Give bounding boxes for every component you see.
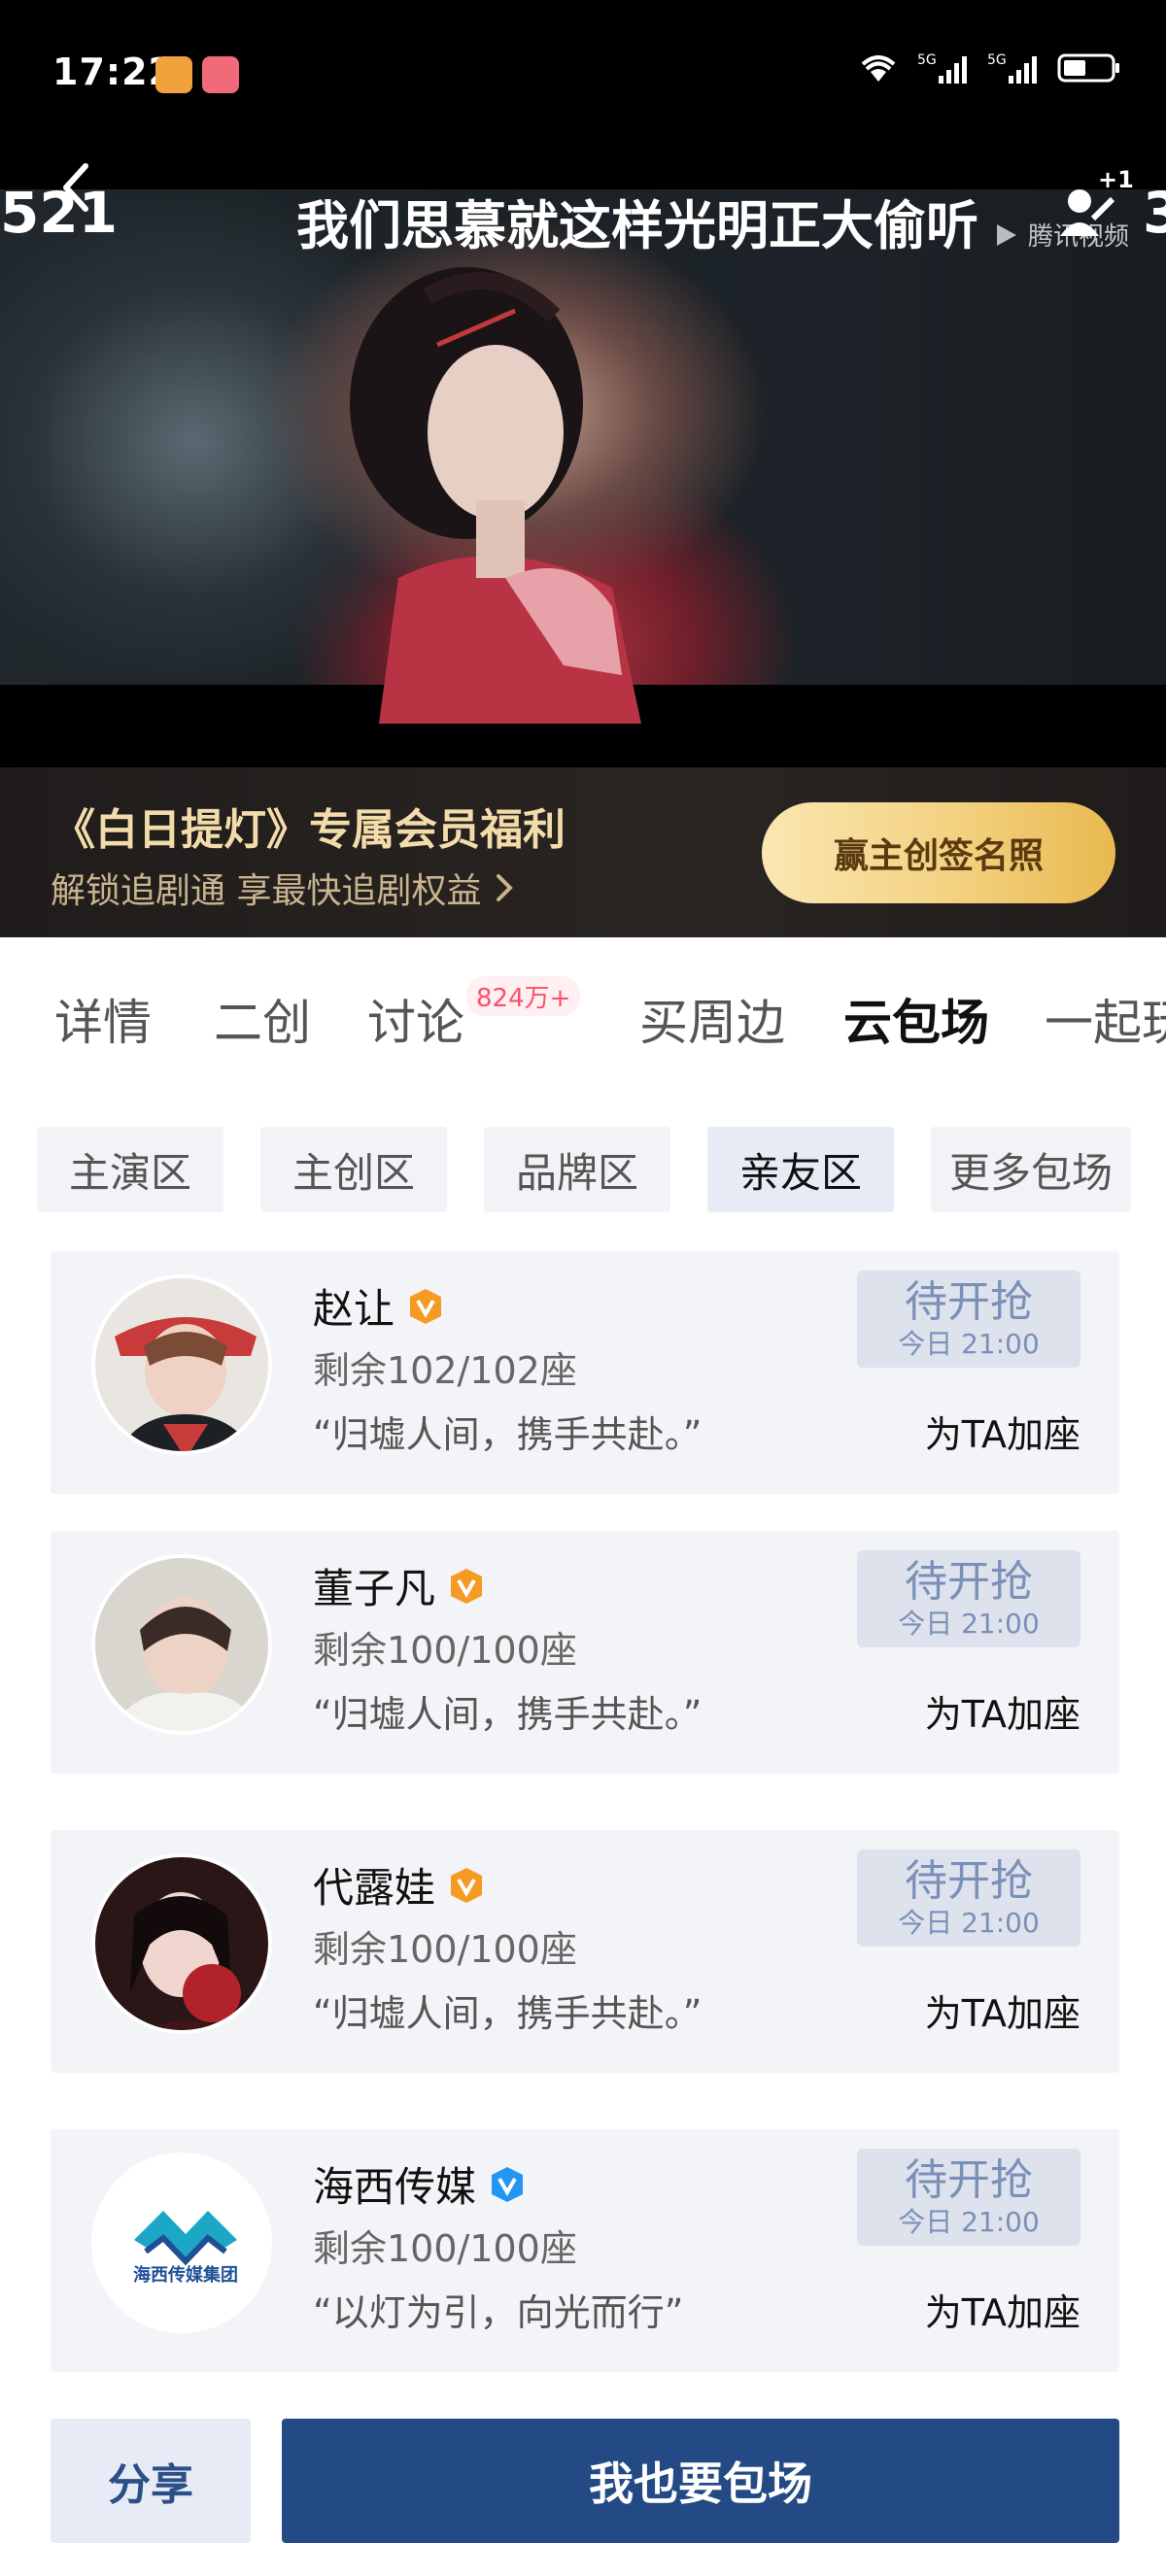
grab-status-time: 今日 21:00 — [898, 1608, 1040, 1640]
tab-discussion[interactable]: 讨论 — [367, 984, 464, 1054]
video-danmaku-title: 我们思慕就这样光明正大偷听 — [296, 195, 978, 256]
grab-status-label: 待开抢 — [905, 1277, 1033, 1327]
grab-status-button[interactable]: 待开抢 今日 21:00 — [857, 2149, 1080, 2246]
card-quote: “以灯为引，向光而行” — [313, 2291, 684, 2334]
grab-status-time: 今日 21:00 — [898, 1328, 1040, 1360]
add-seat-button[interactable]: 为TA加座 — [925, 1405, 1080, 1458]
seats-remaining: 剩余102/102座 — [313, 1349, 577, 1392]
avatar[interactable] — [91, 1853, 272, 2034]
card-name-text: 海西传媒 — [313, 2163, 477, 2211]
card-name: 董子凡 — [313, 1556, 486, 1615]
avatar[interactable] — [91, 1274, 272, 1455]
chip-friends[interactable]: 亲友区 — [707, 1127, 894, 1212]
grab-status-button[interactable]: 待开抢 今日 21:00 — [857, 1550, 1080, 1647]
promo-subtitle-text: 解锁追剧通 享最快追剧权益 — [51, 871, 482, 911]
video-player[interactable]: 521 我们思慕就这样光明正大偷听 腾讯视频 +1 3 — [0, 151, 1166, 767]
card-name-text: 赵让 — [313, 1285, 395, 1333]
signal-1-icon: 5G — [917, 51, 970, 85]
screening-card[interactable]: 董子凡 剩余100/100座 “归墟人间，携手共赴。” 待开抢 今日 21:00… — [51, 1531, 1119, 1774]
card-name-text: 董子凡 — [313, 1565, 436, 1612]
company-logo-text: 海西传媒集团 — [133, 2264, 238, 2286]
seats-remaining: 剩余100/100座 — [313, 1928, 577, 1971]
verified-badge-icon — [410, 1288, 442, 1324]
card-quote: “归墟人间，携手共赴。” — [313, 1992, 703, 2035]
grab-status-label: 待开抢 — [905, 2155, 1033, 2205]
discussion-count-badge: 824万+ — [466, 976, 581, 1016]
seats-remaining: 剩余100/100座 — [313, 1629, 577, 1672]
grab-status-button[interactable]: 待开抢 今日 21:00 — [857, 1849, 1080, 1947]
verified-badge-icon — [451, 1568, 483, 1604]
book-screening-button[interactable]: 我也要包场 — [282, 2419, 1119, 2543]
notification-video-icon — [202, 56, 239, 93]
win-autograph-button[interactable]: 赢主创签名照 — [762, 802, 1115, 903]
wifi-icon — [857, 51, 900, 85]
add-user-icon[interactable] — [1054, 180, 1122, 248]
tab-play-together[interactable]: 一起玩 — [1045, 984, 1166, 1054]
video-character-image — [350, 267, 641, 724]
add-seat-button[interactable]: 为TA加座 — [925, 1684, 1080, 1738]
chip-creators[interactable]: 主创区 — [260, 1127, 447, 1212]
tab-details[interactable]: 详情 — [54, 984, 152, 1054]
chip-lead-cast[interactable]: 主演区 — [37, 1127, 223, 1212]
grab-status-label: 待开抢 — [905, 1557, 1033, 1607]
video-frame — [0, 189, 1166, 724]
signal-2-icon: 5G — [987, 51, 1040, 85]
card-name: 赵让 — [313, 1276, 445, 1336]
avatar[interactable]: 海西传媒集团 — [91, 2152, 272, 2333]
card-quote: “归墟人间，携手共赴。” — [313, 1413, 703, 1456]
svg-text:5G: 5G — [917, 52, 937, 68]
verified-badge-icon — [492, 2166, 524, 2202]
tab-creations[interactable]: 二创 — [214, 984, 311, 1054]
video-danmaku-right: 3 — [1143, 180, 1166, 246]
chip-more-screenings[interactable]: 更多包场 — [931, 1127, 1131, 1212]
svg-text:5G: 5G — [987, 52, 1007, 68]
card-quote: “归墟人间，携手共赴。” — [313, 1693, 703, 1736]
screening-card[interactable]: 赵让 剩余102/102座 “归墟人间，携手共赴。” 待开抢 今日 21:00 … — [51, 1251, 1119, 1494]
chip-brands[interactable]: 品牌区 — [484, 1127, 670, 1212]
battery-icon — [1057, 51, 1121, 85]
verified-badge-icon — [451, 1867, 483, 1903]
share-button[interactable]: 分享 — [51, 2419, 251, 2543]
content-tabs: 详情 二创 讨论 824万+ 买周边 云包场 一起玩 — [0, 937, 1166, 1083]
back-arrow-icon[interactable] — [56, 158, 95, 217]
tab-cloud-screening[interactable]: 云包场 — [843, 984, 989, 1054]
add-seat-button[interactable]: 为TA加座 — [925, 2283, 1080, 2336]
status-bar: 17:22 5G 5G — [0, 0, 1166, 151]
grab-status-label: 待开抢 — [905, 1856, 1033, 1906]
grab-status-button[interactable]: 待开抢 今日 21:00 — [857, 1271, 1080, 1368]
card-name: 海西传媒 — [313, 2154, 527, 2214]
member-promo-banner[interactable]: 《白日提灯》专属会员福利 解锁追剧通 享最快追剧权益 赢主创签名照 — [0, 767, 1166, 937]
chevron-right-icon — [497, 874, 514, 901]
promo-title: 《白日提灯》专属会员福利 — [52, 805, 566, 855]
add-seat-button[interactable]: 为TA加座 — [925, 1983, 1080, 2037]
screening-card[interactable]: 海西传媒集团 海西传媒 剩余100/100座 “以灯为引，向光而行” 待开抢 今… — [51, 2129, 1119, 2372]
avatar[interactable] — [91, 1554, 272, 1735]
card-name: 代露娃 — [313, 1855, 486, 1915]
screening-card[interactable]: 代露娃 剩余100/100座 “归墟人间，携手共赴。” 待开抢 今日 21:00… — [51, 1830, 1119, 2073]
grab-status-time: 今日 21:00 — [898, 1907, 1040, 1939]
notification-app-icon — [155, 56, 192, 93]
card-name-text: 代露娃 — [313, 1864, 436, 1912]
tencent-video-logo-icon — [997, 223, 1016, 246]
seats-remaining: 剩余100/100座 — [313, 2227, 577, 2270]
promo-subtitle[interactable]: 解锁追剧通 享最快追剧权益 — [51, 863, 516, 913]
tab-merchandise[interactable]: 买周边 — [639, 984, 785, 1054]
grab-status-time: 今日 21:00 — [898, 2206, 1040, 2238]
